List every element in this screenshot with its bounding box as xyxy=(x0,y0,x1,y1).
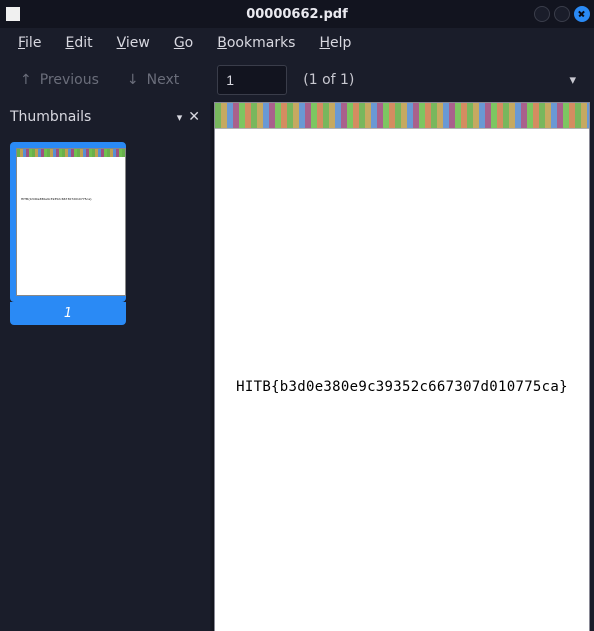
menu-bookmarks[interactable]: Bookmarks xyxy=(207,31,305,55)
page-text: HITB{b3d0e380e9c39352c667307d010775ca} xyxy=(215,379,589,395)
side-panel-title: Thumbnails xyxy=(10,109,91,125)
app-icon xyxy=(6,7,20,21)
arrow-down-icon: ↓ xyxy=(127,73,139,87)
page-1: HITB{b3d0e380e9c39352c667307d010775ca} C… xyxy=(214,102,590,631)
window-title: 00000662.pdf xyxy=(246,7,348,22)
menu-file[interactable]: File xyxy=(8,31,51,55)
maximize-button[interactable] xyxy=(554,6,570,22)
next-button[interactable]: ↓ Next xyxy=(117,66,189,94)
side-panel: Thumbnails ▾ ✕ HITB{b3d0e380e9c39352c667… xyxy=(0,102,210,631)
side-panel-close[interactable]: ✕ xyxy=(188,109,200,125)
thumbnail-text: HITB{b3d0e380e9c39352c667307d010775ca} xyxy=(17,157,125,201)
page-header-graphic xyxy=(215,103,589,129)
side-panel-dropdown[interactable]: ▾ xyxy=(177,111,183,124)
chevron-down-icon: ▾ xyxy=(569,73,576,88)
document-viewer[interactable]: HITB{b3d0e380e9c39352c667307d010775ca} C… xyxy=(210,102,594,631)
menubar: File Edit View Go Bookmarks Help xyxy=(0,28,594,58)
page-number-input[interactable] xyxy=(217,65,287,95)
thumbnail-label: 1 xyxy=(10,302,126,325)
window-controls xyxy=(534,6,590,22)
previous-button[interactable]: ↑ Previous xyxy=(10,66,109,94)
menu-edit[interactable]: Edit xyxy=(55,31,102,55)
thumbnail-1[interactable]: HITB{b3d0e380e9c39352c667307d010775ca} xyxy=(10,142,126,302)
page-count-label: (1 of 1) xyxy=(303,72,354,88)
thumbnail-decor xyxy=(17,149,125,157)
previous-label: Previous xyxy=(40,72,99,88)
next-label: Next xyxy=(147,72,180,88)
arrow-up-icon: ↑ xyxy=(20,73,32,87)
menu-go[interactable]: Go xyxy=(164,31,203,55)
minimize-button[interactable] xyxy=(534,6,550,22)
menu-help[interactable]: Help xyxy=(309,31,361,55)
toolbar-menu-dropdown[interactable]: ▾ xyxy=(561,67,584,94)
close-button[interactable] xyxy=(574,6,590,22)
toolbar: ↑ Previous ↓ Next (1 of 1) ▾ xyxy=(0,58,594,102)
menu-view[interactable]: View xyxy=(107,31,160,55)
